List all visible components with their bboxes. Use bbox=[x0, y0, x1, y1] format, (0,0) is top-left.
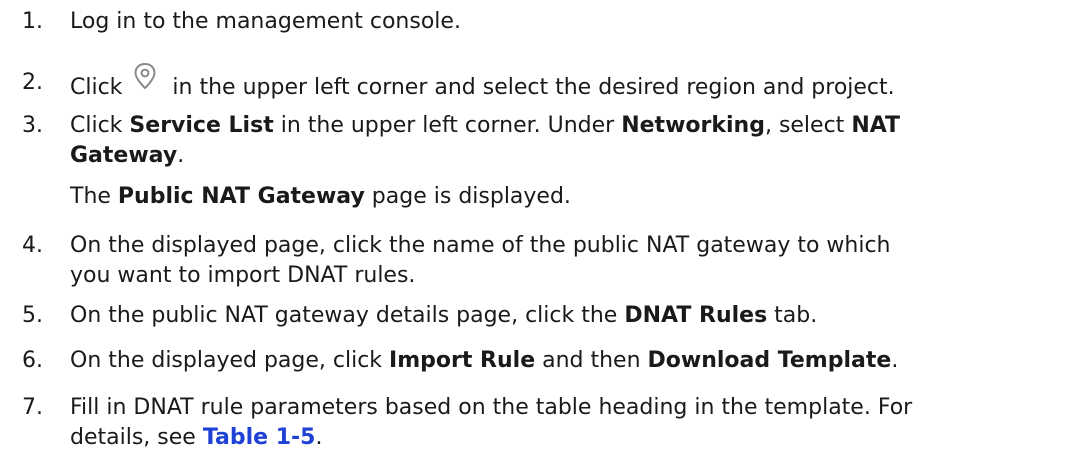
step-text: On the public NAT gateway details page, … bbox=[70, 303, 625, 328]
note-text: page is displayed. bbox=[364, 184, 571, 209]
step-number: 2. bbox=[22, 70, 43, 95]
step-number: 4. bbox=[22, 233, 43, 258]
dnat-rules-tab-label: DNAT Rules bbox=[624, 303, 768, 328]
step-3-note: The Public NAT Gateway page is displayed… bbox=[70, 181, 571, 213]
note-text: The bbox=[70, 184, 118, 209]
step-number: 6. bbox=[22, 348, 43, 373]
step-text: details, see bbox=[70, 425, 203, 450]
gateway-label: Gateway bbox=[70, 143, 178, 168]
step-text: , select bbox=[764, 113, 852, 138]
step-number: 3. bbox=[22, 113, 43, 138]
import-rule-label: Import Rule bbox=[389, 348, 536, 373]
step-text: Click bbox=[70, 113, 130, 138]
step-text: On the displayed page, click the name of… bbox=[70, 233, 891, 258]
step-text: in the upper left corner. Under bbox=[273, 113, 622, 138]
step-text-container: Click in the upper left corner and select… bbox=[70, 62, 1050, 104]
step-text-container: On the displayed page, click Import Rule… bbox=[70, 345, 1050, 377]
service-list-label: Service List bbox=[129, 113, 274, 138]
step-4-continued: you want to import DNAT rules. bbox=[70, 263, 416, 288]
download-template-label: Download Template bbox=[647, 348, 892, 373]
networking-label: Networking bbox=[621, 113, 765, 138]
step-7-continued: details, see Table 1-5. bbox=[70, 422, 322, 454]
step-text: Fill in DNAT rule parameters based on th… bbox=[70, 395, 913, 420]
step-number: 5. bbox=[22, 303, 43, 328]
step-text: Click bbox=[70, 75, 123, 100]
table-1-5-link[interactable]: Table 1-5 bbox=[203, 425, 316, 450]
step-number: 1. bbox=[22, 9, 43, 34]
step-text: . bbox=[315, 425, 323, 450]
step-text: . bbox=[891, 348, 899, 373]
public-nat-gateway-label: Public NAT Gateway bbox=[117, 184, 365, 209]
step-text-container: On the public NAT gateway details page, … bbox=[70, 300, 1050, 332]
step-number: 7. bbox=[22, 395, 43, 420]
step-text: . bbox=[177, 143, 185, 168]
step-text-container: Click Service List in the upper left cor… bbox=[70, 110, 1050, 142]
procedure-steps: 1. Log in to the management console. 2. … bbox=[0, 0, 1066, 465]
step-text: in the upper left corner and select the … bbox=[172, 75, 895, 100]
step-text: On the displayed page, click bbox=[70, 348, 390, 373]
location-pin-icon[interactable] bbox=[128, 61, 162, 91]
step-3-continued: Gateway. bbox=[70, 140, 184, 172]
nat-label: NAT bbox=[851, 113, 901, 138]
step-text: and then bbox=[535, 348, 648, 373]
step-text: tab. bbox=[767, 303, 818, 328]
step-text: Log in to the management console. bbox=[70, 9, 461, 34]
